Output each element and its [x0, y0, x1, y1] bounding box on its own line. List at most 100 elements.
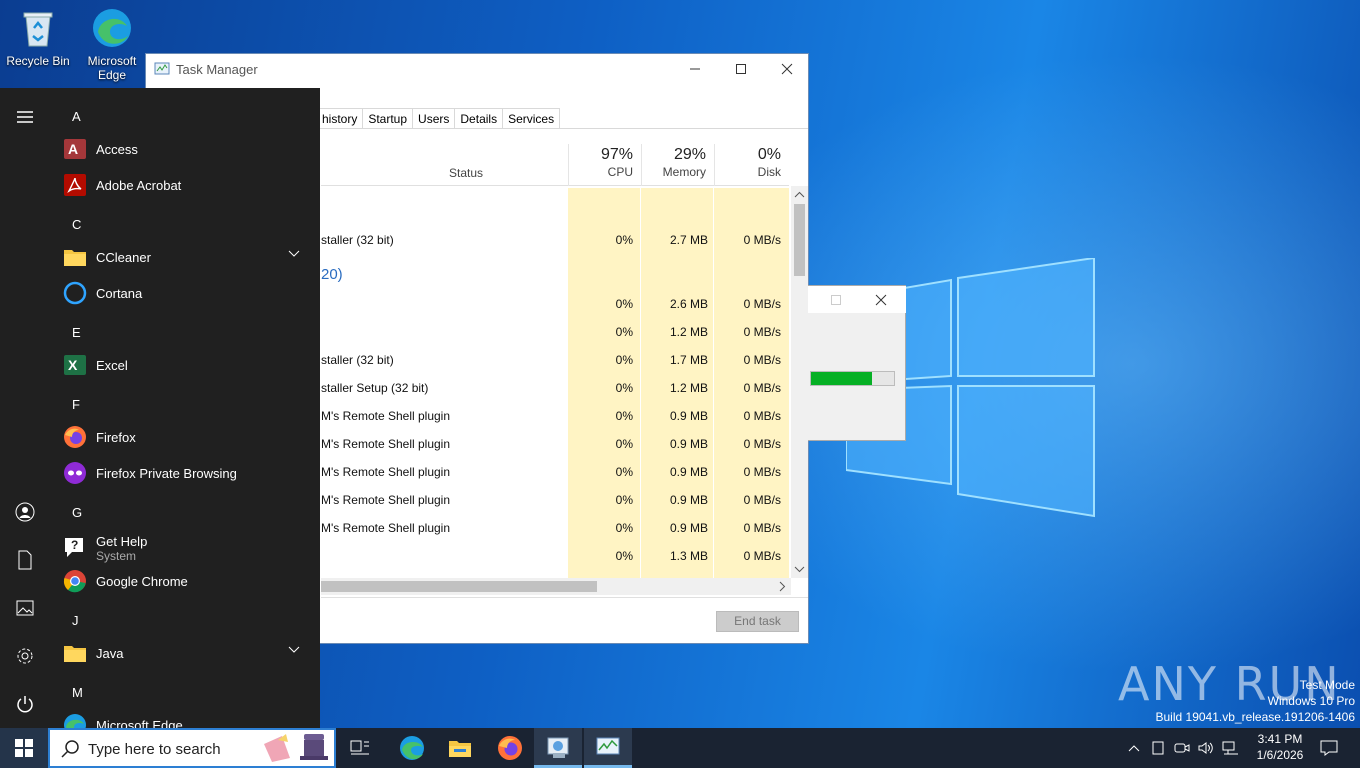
- letter-header-c[interactable]: C: [72, 217, 81, 232]
- process-name: staller (32 bit): [321, 353, 394, 367]
- letter-header-e[interactable]: E: [72, 325, 81, 340]
- watermark-line-2: Windows 10 Pro: [1267, 694, 1355, 708]
- app-google-chrome[interactable]: Google Chrome: [62, 563, 312, 599]
- tab-users[interactable]: Users: [412, 108, 456, 129]
- start-button[interactable]: [0, 728, 48, 768]
- taskbar-task-manager[interactable]: [584, 728, 632, 768]
- app-sublabel: System: [96, 548, 137, 563]
- svg-text:X: X: [68, 357, 78, 373]
- app-java[interactable]: Java: [62, 635, 312, 671]
- process-row[interactable]: 0% 1.3 MB 0 MB/s: [321, 542, 789, 570]
- chevron-down-icon[interactable]: [288, 646, 300, 654]
- letter-header-f[interactable]: F: [72, 397, 80, 412]
- tray-tablet[interactable]: [1148, 728, 1168, 768]
- desktop-icon-recycle-bin[interactable]: Recycle Bin: [0, 6, 76, 68]
- letter-header-m[interactable]: M: [72, 685, 83, 700]
- access-icon: A: [62, 136, 88, 162]
- app-cortana[interactable]: Cortana: [62, 275, 312, 311]
- desktop-icon-edge[interactable]: Microsoft Edge: [74, 6, 150, 82]
- column-header-cpu[interactable]: 97% CPU: [568, 144, 641, 186]
- process-row[interactable]: [321, 188, 789, 216]
- process-row[interactable]: 0% 2.6 MB 0 MB/s: [321, 290, 789, 318]
- app-firefox[interactable]: Firefox: [62, 419, 312, 455]
- memory-percent: 29%: [673, 146, 706, 163]
- vertical-scroll-thumb[interactable]: [794, 204, 805, 276]
- app-ccleaner[interactable]: CCleaner: [62, 239, 312, 275]
- letter-header-j[interactable]: J: [72, 613, 79, 628]
- pictures-icon[interactable]: [13, 596, 37, 620]
- volume-icon: [1198, 742, 1213, 754]
- task-view-button[interactable]: [336, 728, 384, 768]
- process-row[interactable]: staller (32 bit) 0% 1.7 MB 0 MB/s: [321, 346, 789, 374]
- app-get-help[interactable]: ? Get Help System: [62, 528, 312, 568]
- taskbar-edge[interactable]: [388, 728, 436, 768]
- process-row[interactable]: M's Remote Shell plugin 0% 0.9 MB 0 MB/s: [321, 486, 789, 514]
- process-memory: 1.7 MB: [669, 353, 708, 367]
- process-row[interactable]: M's Remote Shell plugin 0% 0.9 MB 0 MB/s: [321, 514, 789, 542]
- process-memory: 0.9 MB: [669, 493, 708, 507]
- process-row[interactable]: 0% 1.2 MB 0 MB/s: [321, 318, 789, 346]
- letter-header-g[interactable]: G: [72, 505, 82, 520]
- app-microsoft-edge[interactable]: Microsoft Edge: [62, 707, 312, 728]
- taskbar-installer[interactable]: [534, 728, 582, 768]
- process-row[interactable]: staller (32 bit) 0% 2.7 MB 0 MB/s: [321, 226, 789, 254]
- documents-icon[interactable]: [13, 548, 37, 572]
- app-firefox-private[interactable]: Firefox Private Browsing: [62, 455, 312, 491]
- search-icon: [61, 740, 79, 758]
- group-header[interactable]: 20): [321, 266, 343, 283]
- clock[interactable]: 3:41 PM 1/6/2026: [1246, 731, 1314, 763]
- scroll-right-icon[interactable]: [775, 578, 789, 595]
- tab-services[interactable]: Services: [502, 108, 561, 129]
- letter-header-a[interactable]: A: [72, 109, 81, 124]
- app-label: Excel: [96, 357, 128, 373]
- taskbar-firefox[interactable]: [486, 728, 534, 768]
- tab-startup[interactable]: Startup: [362, 108, 414, 129]
- process-row[interactable]: M's Remote Shell plugin 0% 0.9 MB 0 MB/s: [321, 458, 789, 486]
- clock-date: 1/6/2026: [1256, 748, 1304, 762]
- horizontal-scroll-thumb[interactable]: [321, 581, 597, 592]
- process-disk: 0 MB/s: [743, 465, 781, 479]
- process-row[interactable]: M's Remote Shell plugin 0% 0.9 MB 0 MB/s: [321, 430, 789, 458]
- app-adobe-acrobat[interactable]: Adobe Acrobat: [62, 167, 312, 203]
- tray-network[interactable]: [1220, 728, 1242, 768]
- search-box[interactable]: Type here to search: [48, 728, 336, 768]
- process-name: M's Remote Shell plugin: [321, 409, 451, 423]
- chevron-down-icon[interactable]: [288, 250, 300, 258]
- close-icon[interactable]: [875, 294, 887, 306]
- tray-volume[interactable]: [1196, 728, 1216, 768]
- acrobat-icon: [62, 172, 88, 198]
- app-excel[interactable]: X Excel: [62, 347, 312, 383]
- minimize-button[interactable]: [672, 54, 718, 84]
- hamburger-icon[interactable]: [13, 105, 37, 129]
- action-center-button[interactable]: [1316, 728, 1342, 768]
- taskbar-file-explorer[interactable]: [436, 728, 484, 768]
- tab-app-history[interactable]: history: [316, 108, 364, 129]
- scroll-down-icon[interactable]: [791, 562, 808, 576]
- close-button[interactable]: [764, 54, 810, 84]
- column-header-status[interactable]: Status: [449, 166, 483, 180]
- column-header-disk[interactable]: 0% Disk: [714, 144, 789, 186]
- process-row[interactable]: staller Setup (32 bit) 0% 1.2 MB 0 MB/s: [321, 374, 789, 402]
- process-disk: 0 MB/s: [743, 353, 781, 367]
- process-name: M's Remote Shell plugin: [321, 465, 451, 479]
- power-icon[interactable]: [13, 692, 37, 716]
- minimize-icon: [690, 68, 700, 70]
- vertical-scrollbar[interactable]: [791, 186, 808, 578]
- app-access[interactable]: A Access: [62, 131, 312, 167]
- column-header-memory[interactable]: 29% Memory: [641, 144, 714, 186]
- installer-titlebar[interactable]: [808, 286, 906, 313]
- settings-icon[interactable]: [13, 644, 37, 668]
- end-task-button[interactable]: End task: [716, 611, 799, 632]
- maximize-button[interactable]: [718, 54, 764, 84]
- cpu-label: CPU: [607, 165, 633, 179]
- account-icon[interactable]: [13, 500, 37, 524]
- horizontal-scrollbar[interactable]: [321, 578, 791, 595]
- tab-details[interactable]: Details: [454, 108, 504, 129]
- show-hidden-icons-button[interactable]: [1124, 728, 1144, 768]
- scroll-up-icon[interactable]: [791, 188, 808, 202]
- process-row[interactable]: M's Remote Shell plugin 0% 0.9 MB 0 MB/s: [321, 402, 789, 430]
- maximize-icon[interactable]: [830, 294, 842, 306]
- edge-icon: [400, 736, 424, 760]
- tray-meet-now[interactable]: [1172, 728, 1192, 768]
- install-progress-bar: [810, 371, 895, 386]
